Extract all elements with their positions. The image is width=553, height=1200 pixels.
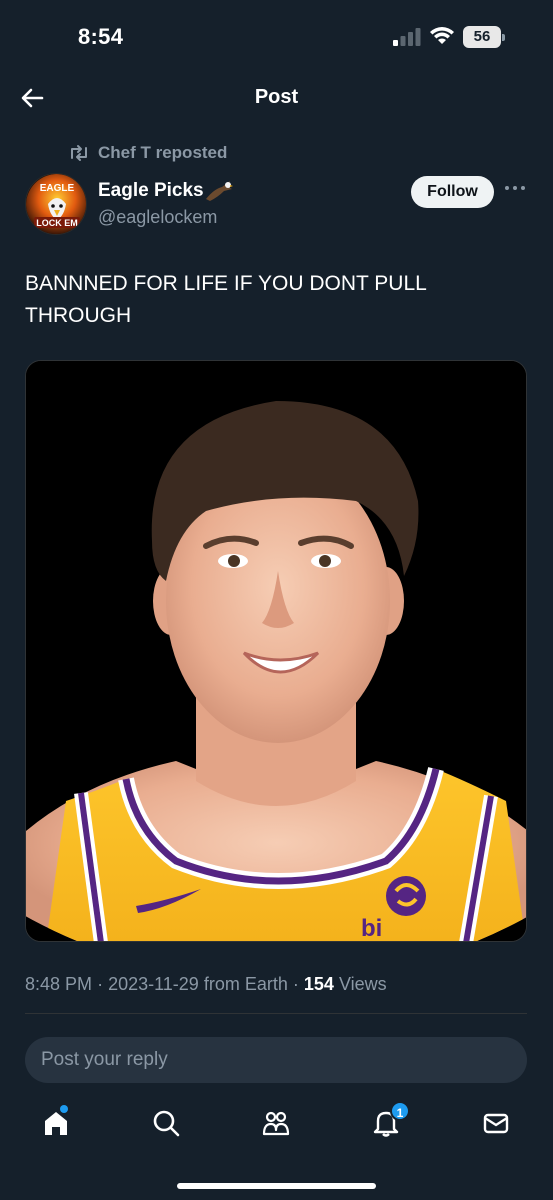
svg-text:EAGLE: EAGLE: [40, 183, 75, 194]
repost-indicator[interactable]: Chef T reposted: [68, 142, 227, 164]
post-text: BANNNED FOR LIFE IF YOU DONT PULL THROUG…: [25, 272, 427, 327]
notification-badge: 1: [390, 1101, 410, 1121]
more-options-icon[interactable]: [505, 186, 527, 196]
post-image[interactable]: bi: [25, 360, 527, 942]
search-icon: [153, 1110, 180, 1137]
battery-level: 56: [463, 26, 501, 48]
follow-button[interactable]: Follow: [411, 176, 494, 208]
avatar[interactable]: EAGLE LOCK EM: [25, 173, 87, 235]
tab-home[interactable]: [38, 1105, 74, 1141]
tab-notifications[interactable]: 1: [368, 1101, 410, 1141]
home-unread-dot: [60, 1105, 68, 1113]
views-label: Views: [338, 974, 387, 994]
repost-label: Chef T reposted: [98, 143, 228, 162]
nav-header: Post: [0, 70, 553, 126]
mail-icon: [483, 1113, 509, 1134]
repost-icon: [71, 145, 87, 161]
tab-search[interactable]: [148, 1105, 184, 1141]
eagle-logo-icon: EAGLE LOCK EM: [26, 174, 86, 234]
divider: [25, 1013, 527, 1014]
eagle-emoji-icon: [206, 181, 233, 201]
views-count: 154: [303, 974, 334, 994]
home-icon: [45, 1112, 67, 1135]
cellular-signal-icon: [393, 28, 421, 46]
communities-icon: [262, 1111, 290, 1136]
wifi-icon: [430, 27, 454, 44]
tab-messages[interactable]: [478, 1105, 514, 1141]
post-time: 8:48 PM: [25, 974, 93, 994]
post-meta: 8:48 PM · 2023-11-29 from Earth · 154 Vi…: [25, 974, 387, 994]
author-name[interactable]: Eagle Picks: [98, 180, 204, 202]
svg-text:LOCK EM: LOCK EM: [36, 218, 78, 228]
svg-text:bi: bi: [361, 915, 382, 942]
home-indicator: [177, 1183, 376, 1189]
bottom-tab-bar: 1: [0, 1095, 553, 1155]
reply-input[interactable]: Post your reply: [25, 1037, 527, 1083]
tab-communities[interactable]: [258, 1105, 294, 1141]
status-time: 8:54: [78, 24, 124, 49]
battery-indicator: 56: [463, 26, 505, 48]
status-bar: 8:54 56: [0, 0, 553, 70]
post-date: 2023-11-29: [108, 974, 199, 994]
post-source: from Earth: [203, 974, 288, 994]
page-title: Post: [254, 86, 299, 108]
author-handle[interactable]: @eaglelockem: [98, 207, 217, 228]
player-headshot: bi: [26, 361, 526, 942]
